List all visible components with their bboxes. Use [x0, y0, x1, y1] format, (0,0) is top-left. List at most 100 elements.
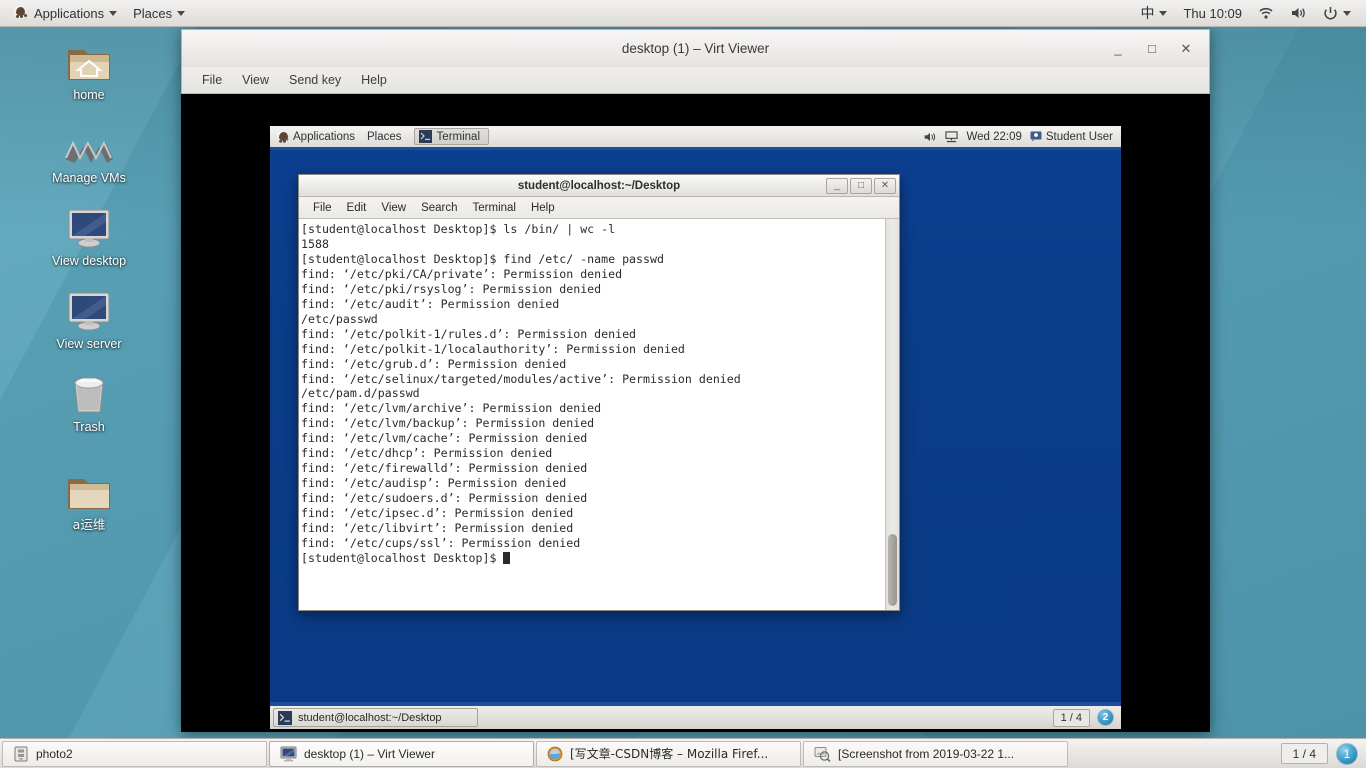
- desktop-icon-label: a运维: [73, 517, 106, 532]
- terminal-scrollbar-thumb[interactable]: [888, 534, 897, 606]
- power-icon: [1323, 6, 1338, 21]
- user-icon: [1030, 131, 1042, 142]
- host-places-label: Places: [133, 6, 172, 21]
- desktop-icon-view-desktop[interactable]: View desktop: [14, 198, 164, 269]
- terminal-icon: [419, 130, 432, 143]
- taskbar-item-firefox[interactable]: [写文章-CSDN博客 – Mozilla Firef...: [536, 741, 801, 767]
- desktop-icon-label: View desktop: [52, 254, 126, 269]
- desktop-icon-a-yunwei[interactable]: a运维: [14, 461, 164, 532]
- chevron-down-icon: [1159, 11, 1167, 16]
- host-panel-left: Applications Places: [0, 2, 192, 24]
- terminal-line: find: ‘/etc/dhcp’: Permission denied: [301, 446, 885, 461]
- guest-clock[interactable]: Wed 22:09: [966, 131, 1021, 143]
- desktop-icon-label: Manage VMs: [52, 171, 126, 186]
- guest-taskbar-item-label: student@localhost:~/Desktop: [298, 712, 442, 724]
- terminal-titlebar[interactable]: student@localhost:~/Desktop _ □ ✕: [299, 175, 899, 197]
- terminal-menu-file[interactable]: File: [306, 200, 339, 216]
- host-volume-indicator[interactable]: [1283, 3, 1314, 23]
- terminal-line: [student@localhost Desktop]$ find /etc/ …: [301, 252, 885, 267]
- terminal-line: find: ‘/etc/firewalld’: Permission denie…: [301, 461, 885, 476]
- host-taskbar-right: 1 / 4 1: [1281, 743, 1366, 765]
- terminal-minimize-button[interactable]: _: [826, 178, 848, 194]
- host-input-method-indicator[interactable]: 中: [1133, 0, 1174, 26]
- desktop-icon-manage-vms[interactable]: Manage VMs: [14, 115, 164, 186]
- host-power-menu[interactable]: [1316, 3, 1358, 24]
- terminal-line: /etc/pam.d/passwd: [301, 386, 885, 401]
- guest-task-label: Terminal: [437, 131, 480, 143]
- terminal-body[interactable]: [student@localhost Desktop]$ ls /bin/ | …: [299, 219, 899, 610]
- monitor-icon: [65, 198, 113, 250]
- virt-viewer-titlebar[interactable]: desktop (1) – Virt Viewer _ □ ✕: [181, 29, 1210, 67]
- virt-viewer-title: desktop (1) – Virt Viewer: [182, 41, 1209, 56]
- taskbar-item-label: [写文章-CSDN博客 – Mozilla Firef...: [570, 745, 768, 762]
- trash-icon: [67, 364, 111, 416]
- guest-places-menu[interactable]: Places: [361, 129, 408, 145]
- virt-viewer-window-controls: _ □ ✕: [1111, 41, 1209, 57]
- terminal-line: find: ‘/etc/ipsec.d’: Permission denied: [301, 506, 885, 521]
- terminal-line: find: ‘/etc/sudoers.d’: Permission denie…: [301, 491, 885, 506]
- terminal-line: [student@localhost Desktop]$ ls /bin/ | …: [301, 222, 885, 237]
- virt-viewer-viewport[interactable]: Applications Places Terminal: [181, 94, 1210, 732]
- gnome-foot-icon: [13, 5, 29, 21]
- host-clock[interactable]: Thu 10:09: [1176, 3, 1249, 24]
- desktop-icon-view-server[interactable]: View server: [14, 281, 164, 352]
- terminal-icon: [278, 711, 292, 725]
- vv-menu-help[interactable]: Help: [353, 71, 395, 89]
- chevron-down-icon: [177, 11, 185, 16]
- terminal-output[interactable]: [student@localhost Desktop]$ ls /bin/ | …: [299, 219, 885, 610]
- terminal-menu-help[interactable]: Help: [524, 200, 562, 216]
- guest-applications-menu[interactable]: Applications: [270, 128, 361, 145]
- guest-panel-right: Wed 22:09 Student User: [923, 131, 1121, 143]
- guest-window-task-terminal[interactable]: Terminal: [414, 128, 489, 145]
- terminal-close-button[interactable]: ✕: [874, 178, 896, 194]
- guest-user-label: Student User: [1046, 131, 1113, 143]
- taskbar-item-photo2[interactable]: photo2: [2, 741, 267, 767]
- terminal-menu-edit[interactable]: Edit: [340, 200, 374, 216]
- desktop-icon-list: home Manage VMs View desktop: [0, 32, 178, 544]
- guest-workspace-badge[interactable]: 2: [1097, 709, 1114, 726]
- terminal-menu-search[interactable]: Search: [414, 200, 464, 216]
- terminal-window[interactable]: student@localhost:~/Desktop _ □ ✕ File E…: [298, 174, 900, 611]
- terminal-maximize-button[interactable]: □: [850, 178, 872, 194]
- taskbar-item-label: desktop (1) – Virt Viewer: [304, 747, 435, 761]
- guest-user-menu[interactable]: Student User: [1030, 131, 1113, 143]
- guest-taskbar-item-terminal[interactable]: student@localhost:~/Desktop: [273, 708, 478, 727]
- terminal-scrollbar[interactable]: [885, 219, 899, 610]
- firefox-icon: [547, 746, 563, 762]
- desktop-icon-label: View server: [56, 337, 121, 352]
- image-viewer-icon: [814, 746, 831, 762]
- close-button[interactable]: ✕: [1179, 41, 1193, 57]
- taskbar-item-label: photo2: [36, 747, 73, 761]
- host-applications-menu[interactable]: Applications: [6, 2, 124, 24]
- vv-menu-send-key[interactable]: Send key: [281, 71, 349, 89]
- host-workspace-pager[interactable]: 1 / 4: [1281, 743, 1328, 764]
- vv-menu-file[interactable]: File: [194, 71, 230, 89]
- taskbar-item-virt-viewer[interactable]: desktop (1) – Virt Viewer: [269, 741, 534, 767]
- terminal-prompt: [student@localhost Desktop]$: [301, 551, 503, 565]
- virt-viewer-window[interactable]: desktop (1) – Virt Viewer _ □ ✕ File Vie…: [181, 29, 1210, 732]
- host-taskbar: photo2 desktop (1) – Virt Viewer [写文章-CS…: [0, 738, 1366, 768]
- taskbar-item-label: [Screenshot from 2019-03-22 1...: [838, 747, 1014, 761]
- virt-viewer-menubar: File View Send key Help: [181, 67, 1210, 94]
- terminal-line: find: ‘/etc/audisp’: Permission denied: [301, 476, 885, 491]
- minimize-button[interactable]: _: [1111, 41, 1125, 56]
- taskbar-item-screenshot[interactable]: [Screenshot from 2019-03-22 1...: [803, 741, 1068, 767]
- terminal-menu-view[interactable]: View: [374, 200, 413, 216]
- guest-screen[interactable]: Applications Places Terminal: [270, 126, 1121, 729]
- host-clock-label: Thu 10:09: [1183, 6, 1242, 21]
- vv-menu-view[interactable]: View: [234, 71, 277, 89]
- host-wifi-indicator[interactable]: [1251, 3, 1281, 23]
- terminal-line: find: ‘/etc/libvirt’: Permission denied: [301, 521, 885, 536]
- network-icon[interactable]: [945, 131, 958, 143]
- guest-workspace-pager[interactable]: 1 / 4: [1053, 709, 1090, 727]
- desktop-icon-trash[interactable]: Trash: [14, 364, 164, 435]
- desktop-icon-home[interactable]: home: [14, 32, 164, 103]
- host-workspace-badge[interactable]: 1: [1336, 743, 1358, 765]
- terminal-menu-terminal[interactable]: Terminal: [466, 200, 523, 216]
- desktop-icon-label: Trash: [73, 420, 105, 435]
- host-places-menu[interactable]: Places: [126, 3, 192, 24]
- volume-icon[interactable]: [923, 131, 937, 143]
- terminal-line: find: ‘/etc/pki/CA/private’: Permission …: [301, 267, 885, 282]
- terminal-line: find: ‘/etc/grub.d’: Permission denied: [301, 357, 885, 372]
- maximize-button[interactable]: □: [1145, 41, 1159, 56]
